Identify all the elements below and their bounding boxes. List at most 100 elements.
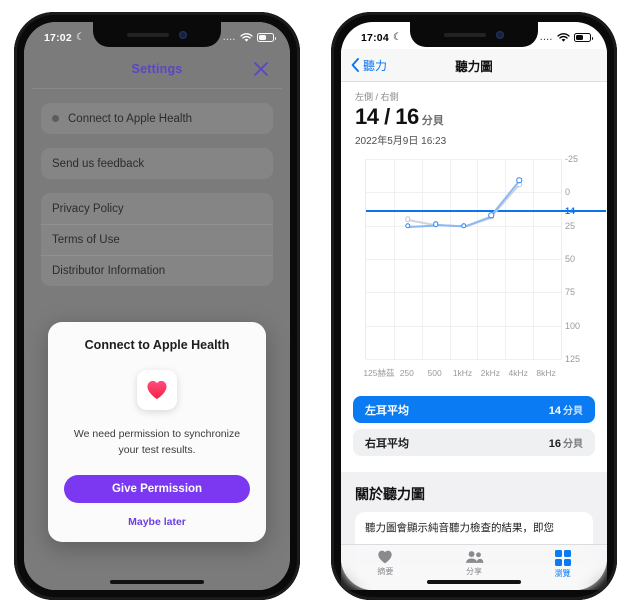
apple-health-permission-dialog: Connect to Apple Health We need permissi… bbox=[48, 322, 266, 542]
right-ear-average-label: 右耳平均 bbox=[365, 437, 409, 450]
about-heading: 關於聽力圖 bbox=[355, 486, 425, 502]
summary-unit: 分貝 bbox=[421, 115, 444, 127]
tab-browse[interactable]: 瀏覽 bbox=[518, 550, 607, 579]
status-icons-group: .... bbox=[223, 32, 276, 43]
right-screen: 聽力 聽力圖 左側 / 右側 14 / 16 分貝 2022年5月9日 16:23… bbox=[341, 22, 607, 590]
grid-line-horizontal bbox=[366, 359, 561, 360]
settings-item-label: Connect to Apple Health bbox=[68, 112, 193, 125]
settings-item-connect-apple-health[interactable]: Connect to Apple Health bbox=[41, 103, 273, 134]
wifi-icon bbox=[557, 32, 570, 43]
grid-line-vertical bbox=[505, 159, 507, 359]
chevron-left-icon bbox=[351, 58, 359, 72]
screenshot-stage: Settings Connect to Apple Health Send us… bbox=[0, 0, 631, 611]
audiogram-chart[interactable]: -25 0 25 50 75 100 125 14 125赫茲 250 500 1kHz 2kHz 4k… bbox=[341, 153, 607, 388]
chart-data-point[interactable] bbox=[405, 222, 411, 229]
back-button-label: 聽力 bbox=[363, 58, 388, 73]
wifi-icon bbox=[240, 32, 253, 43]
status-dot-icon bbox=[52, 115, 59, 122]
settings-title: Settings bbox=[131, 61, 183, 76]
reference-line-label: 14 bbox=[565, 206, 576, 216]
home-indicator[interactable] bbox=[427, 580, 521, 584]
status-time: 17:04 bbox=[361, 31, 389, 44]
y-axis-tick: 75 bbox=[565, 287, 576, 298]
back-button[interactable]: 聽力 bbox=[341, 57, 387, 74]
left-ear-average-label: 左耳平均 bbox=[365, 404, 409, 417]
signal-dots-icon: .... bbox=[540, 33, 553, 42]
status-time-group: 17:04 ☾ bbox=[361, 32, 402, 44]
summary-value: 14 / 16 分貝 bbox=[355, 104, 593, 130]
chart-data-point[interactable] bbox=[460, 222, 467, 229]
settings-item-distributor-information[interactable]: Distributor Information bbox=[41, 255, 273, 286]
grid-line-horizontal bbox=[366, 259, 561, 260]
y-axis-tick: 100 bbox=[565, 320, 581, 331]
grid-line-vertical bbox=[533, 159, 535, 359]
settings-item-label: Distributor Information bbox=[52, 265, 166, 277]
y-axis-tick: 125 bbox=[565, 354, 581, 364]
summary-block: 左側 / 右側 14 / 16 分貝 2022年5月9日 16:23 bbox=[341, 82, 607, 147]
status-time-group: 17:02 ☾ bbox=[44, 32, 85, 44]
battery-icon bbox=[257, 33, 276, 42]
grid-line-horizontal bbox=[366, 325, 561, 327]
close-icon[interactable] bbox=[252, 60, 270, 78]
notch bbox=[410, 22, 538, 47]
settings-item-label: Terms of Use bbox=[52, 234, 120, 246]
settings-item-label: Privacy Policy bbox=[52, 202, 124, 215]
ears-label: 左側 / 右側 bbox=[355, 92, 399, 102]
tab-share[interactable]: 分享 bbox=[430, 550, 519, 577]
heart-icon bbox=[137, 370, 177, 410]
maybe-later-link[interactable]: Maybe later bbox=[62, 516, 252, 528]
y-axis-tick: -25 bbox=[565, 154, 579, 164]
heart-icon bbox=[378, 550, 393, 564]
phone-left: Settings Connect to Apple Health Send us… bbox=[14, 12, 300, 600]
status-icons-group: .... bbox=[540, 32, 593, 43]
front-camera bbox=[496, 30, 504, 39]
settings-header: Settings bbox=[32, 49, 282, 89]
dialog-body-text: We need permission to synchronize your t… bbox=[73, 428, 241, 457]
settings-item-terms-of-use[interactable]: Terms of Use bbox=[41, 224, 273, 255]
y-axis-tick: 50 bbox=[565, 254, 576, 264]
earpiece-speaker bbox=[444, 32, 486, 37]
navigation-bar: 聽力 聽力圖 bbox=[341, 49, 607, 82]
right-ear-average-value: 16 分貝 bbox=[548, 438, 583, 450]
y-axis-tick: 0 bbox=[565, 187, 571, 198]
grid-line-horizontal bbox=[366, 292, 561, 294]
moon-icon: ☾ bbox=[392, 32, 403, 43]
grid-line-horizontal bbox=[366, 192, 561, 194]
grid-line-vertical bbox=[449, 159, 451, 359]
left-ear-average-row[interactable]: 左耳平均 14 分貝 bbox=[353, 396, 595, 423]
grid-line-vertical bbox=[477, 159, 479, 359]
earpiece-speaker bbox=[127, 32, 169, 37]
left-screen: Settings Connect to Apple Health Send us… bbox=[24, 22, 290, 590]
x-axis-tick: 8kHz bbox=[536, 368, 556, 378]
right-ear-average-row[interactable]: 右耳平均 16 分貝 bbox=[353, 429, 595, 456]
settings-item-privacy-policy[interactable]: Privacy Policy bbox=[41, 193, 273, 224]
settings-group-health: Connect to Apple Health bbox=[41, 103, 273, 134]
left-ear-average-value: 14 分貝 bbox=[548, 405, 583, 417]
moon-icon: ☾ bbox=[75, 32, 86, 43]
phone-right: 聽力 聽力圖 左側 / 右側 14 / 16 分貝 2022年5月9日 16:23… bbox=[331, 12, 617, 600]
chart-y-axis: -25 0 25 50 75 100 125 14 bbox=[561, 153, 601, 365]
chart-data-point[interactable] bbox=[405, 216, 411, 222]
battery-icon bbox=[574, 33, 593, 42]
chart-plot-area bbox=[365, 159, 606, 360]
audiogram-content: 左側 / 右側 14 / 16 分貝 2022年5月9日 16:23 -25 0 25… bbox=[341, 82, 607, 590]
chart-x-axis: 125赫茲 250 500 1kHz 2kHz 4kHz 8kHz bbox=[363, 365, 562, 389]
tab-summary-label: 摘要 bbox=[377, 567, 394, 576]
grid-icon bbox=[554, 550, 571, 566]
grid-line-vertical bbox=[421, 159, 423, 359]
settings-group-feedback: Send us feedback bbox=[41, 148, 273, 179]
chart-data-point[interactable] bbox=[432, 221, 439, 228]
home-indicator[interactable] bbox=[110, 580, 204, 584]
settings-group-legal: Privacy Policy Terms of Use Distributor … bbox=[41, 193, 273, 286]
settings-item-label: Send us feedback bbox=[52, 157, 145, 170]
settings-item-send-feedback[interactable]: Send us feedback bbox=[41, 148, 273, 179]
chart-data-point[interactable] bbox=[488, 212, 495, 218]
chart-data-point[interactable] bbox=[516, 177, 522, 184]
give-permission-button[interactable]: Give Permission bbox=[64, 474, 250, 503]
status-time: 17:02 bbox=[44, 31, 72, 44]
tab-share-label: 分享 bbox=[466, 567, 482, 576]
tab-summary[interactable]: 摘要 bbox=[341, 550, 430, 577]
summary-number: 14 / 16 bbox=[355, 104, 419, 129]
grid-line-horizontal bbox=[366, 159, 561, 160]
front-camera bbox=[179, 30, 187, 39]
